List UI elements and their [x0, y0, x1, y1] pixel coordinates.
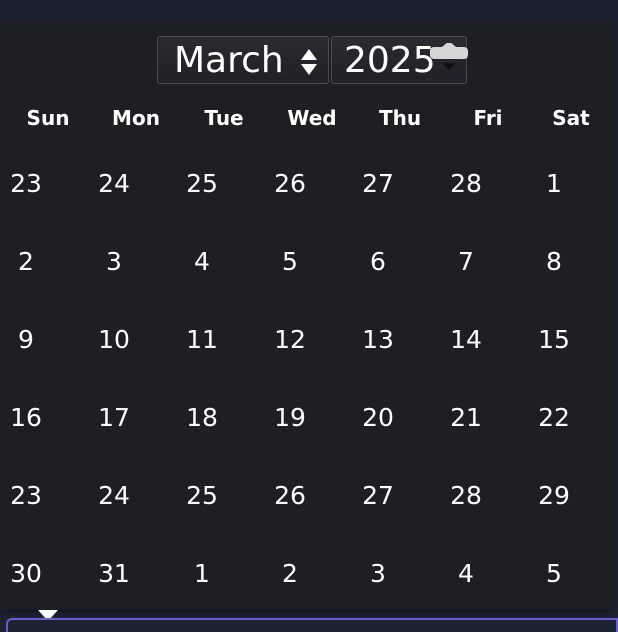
day-cell[interactable]: 2 [246, 552, 334, 596]
weekday-label: Sun [26, 106, 70, 130]
day-cell[interactable]: 20 [334, 396, 422, 440]
weekday-label: Mon [112, 106, 160, 130]
day-cell[interactable]: 1 [158, 552, 246, 596]
week-row: 2 3 4 5 6 7 8 [4, 240, 612, 318]
day-cell[interactable]: 11 [158, 318, 246, 362]
day-cell[interactable]: 26 [246, 162, 334, 206]
day-cell[interactable]: 31 [70, 552, 158, 596]
weekday-label: Thu [378, 106, 422, 130]
days-grid: 23 24 25 26 27 28 1 2 3 4 5 6 7 8 9 10 1… [4, 162, 612, 630]
day-cell[interactable]: 24 [70, 474, 158, 518]
day-cell[interactable]: 3 [334, 552, 422, 596]
month-select[interactable]: March [157, 36, 329, 84]
day-cell[interactable]: 30 [0, 552, 70, 596]
day-cell[interactable]: 9 [0, 318, 70, 362]
week-row: 16 17 18 19 20 21 22 [4, 396, 612, 474]
day-cell[interactable]: 28 [422, 474, 510, 518]
week-row: 23 24 25 26 27 28 1 [4, 162, 612, 240]
weekday-label: Sat [552, 106, 590, 130]
day-cell[interactable]: 26 [246, 474, 334, 518]
day-cell[interactable]: 4 [158, 240, 246, 284]
day-cell[interactable]: 1 [510, 162, 598, 206]
week-row: 23 24 25 26 27 28 29 [4, 474, 612, 552]
day-cell[interactable]: 5 [510, 552, 598, 596]
day-cell[interactable]: 2 [0, 240, 70, 284]
updown-arrows-icon [301, 49, 317, 75]
day-cell[interactable]: 28 [422, 162, 510, 206]
weekday-header: Sun Mon Tue Wed Thu Fri Sat [0, 104, 614, 132]
screen: March 2025 Sun Mon Tue Wed Thu Fri Sat 2… [0, 0, 618, 632]
day-cell[interactable]: 12 [246, 318, 334, 362]
day-cell[interactable]: 27 [334, 474, 422, 518]
weekday-label: Fri [473, 106, 503, 130]
week-row: 9 10 11 12 13 14 15 [4, 318, 612, 396]
day-cell[interactable]: 7 [422, 240, 510, 284]
month-year-selector: March 2025 [157, 36, 468, 86]
date-input-field[interactable] [6, 618, 618, 632]
day-cell[interactable]: 25 [158, 474, 246, 518]
day-cell[interactable]: 13 [334, 318, 422, 362]
month-select-value: March [174, 40, 284, 81]
day-cell[interactable]: 3 [70, 240, 158, 284]
year-select-value: 2025 [344, 40, 436, 81]
day-cell[interactable]: 19 [246, 396, 334, 440]
day-cell[interactable]: 16 [0, 396, 70, 440]
year-select[interactable]: 2025 [331, 36, 468, 84]
day-cell[interactable]: 17 [70, 396, 158, 440]
day-cell[interactable]: 23 [0, 474, 70, 518]
stepper-arrows-icon[interactable] [430, 43, 468, 73]
day-cell[interactable]: 25 [158, 162, 246, 206]
weekday-label: Wed [287, 106, 337, 130]
day-cell[interactable]: 15 [510, 318, 598, 362]
day-cell[interactable]: 4 [422, 552, 510, 596]
day-cell[interactable]: 21 [422, 396, 510, 440]
day-cell[interactable]: 10 [70, 318, 158, 362]
day-cell[interactable]: 18 [158, 396, 246, 440]
day-cell[interactable]: 29 [510, 474, 598, 518]
day-cell[interactable]: 23 [0, 162, 70, 206]
page-header-strip [0, 0, 618, 22]
day-cell[interactable]: 5 [246, 240, 334, 284]
calendar-popup: March 2025 Sun Mon Tue Wed Thu Fri Sat 2… [0, 20, 614, 610]
day-cell[interactable]: 24 [70, 162, 158, 206]
day-cell[interactable]: 27 [334, 162, 422, 206]
day-cell[interactable]: 22 [510, 396, 598, 440]
weekday-label: Tue [204, 106, 244, 130]
day-cell[interactable]: 14 [422, 318, 510, 362]
day-cell[interactable]: 6 [334, 240, 422, 284]
day-cell[interactable]: 8 [510, 240, 598, 284]
